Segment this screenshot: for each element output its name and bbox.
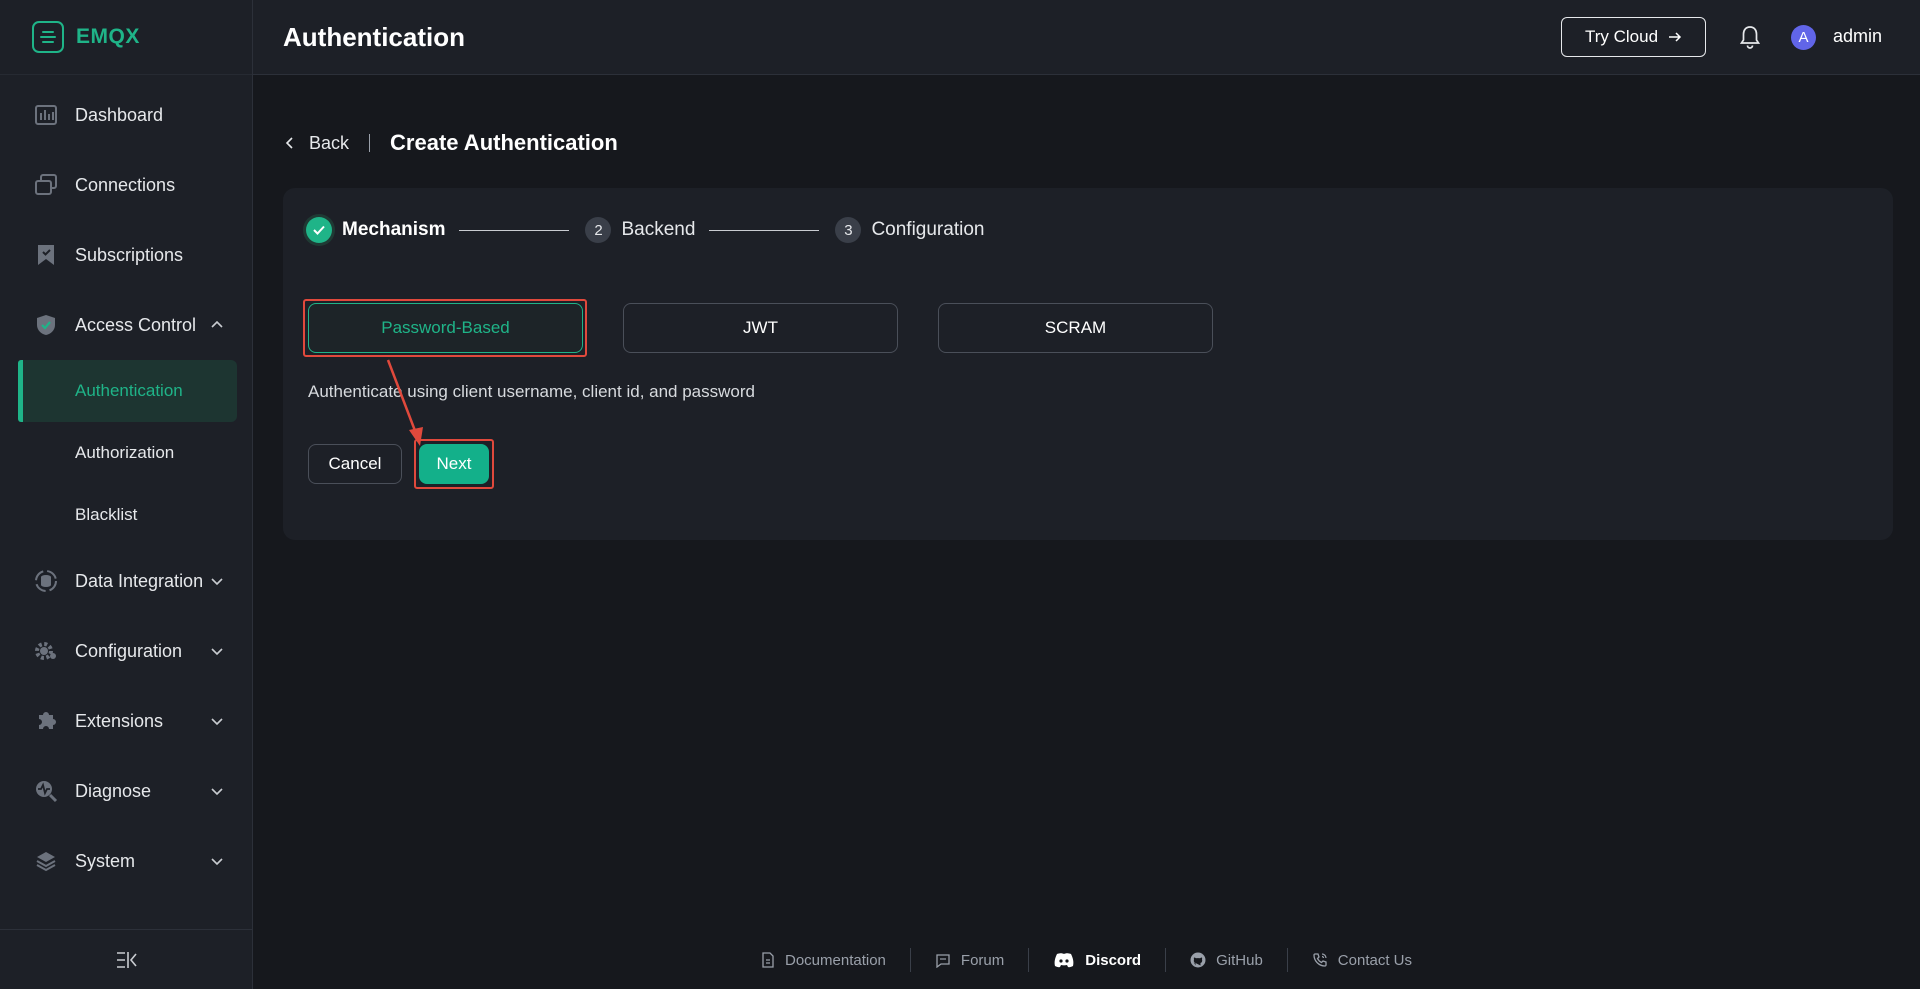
brand-logo[interactable]: EMQX	[0, 0, 252, 75]
chat-icon	[936, 953, 950, 968]
phone-icon	[1313, 953, 1327, 967]
step-connector	[459, 229, 570, 231]
sidebar-subitem-authentication[interactable]: Authentication	[18, 360, 237, 422]
step-3-number: 3	[835, 217, 862, 243]
dashboard-icon	[34, 103, 58, 127]
bell-icon[interactable]	[1737, 24, 1763, 50]
sidebar-item-label: Configuration	[75, 640, 183, 661]
sidebar-subitem-blacklist[interactable]: Blacklist	[0, 484, 253, 546]
arrow-right-icon	[1669, 32, 1682, 42]
create-authentication-card: Mechanism 2 Backend 3 Configuration Pass…	[283, 188, 1893, 540]
page-title: Authentication	[283, 21, 465, 52]
connections-icon	[34, 173, 58, 197]
footer-link-github[interactable]: GitHub	[1166, 952, 1287, 969]
sidebar-item-access-control[interactable]: Access Control	[0, 290, 253, 360]
footer-link-discord[interactable]: Discord	[1029, 952, 1165, 969]
mechanism-description: Authenticate using client username, clie…	[308, 382, 755, 401]
puzzle-icon	[34, 709, 58, 733]
sidebar-item-label: Blacklist	[75, 505, 138, 524]
footer-link-documentation[interactable]: Documentation	[737, 952, 910, 969]
avatar[interactable]: A	[1791, 25, 1816, 50]
step-3-label: Configuration	[871, 219, 985, 240]
sidebar-item-label: System	[75, 850, 136, 871]
sidebar-item-label: Dashboard	[75, 104, 164, 125]
gear-icon	[34, 639, 58, 663]
github-icon	[1190, 952, 1206, 968]
footer: Documentation Forum Discord GitHub Conta…	[253, 944, 1920, 976]
sidebar-item-label: Extensions	[75, 710, 164, 731]
sidebar-item-label: Authentication	[75, 381, 183, 400]
chevron-down-icon	[211, 718, 223, 726]
sidebar-item-label: Connections	[75, 174, 176, 195]
footer-link-label: Documentation	[785, 951, 886, 969]
step-connector	[709, 229, 820, 231]
sidebar-item-diagnose[interactable]: Diagnose	[0, 756, 253, 826]
collapse-menu-icon	[116, 951, 137, 968]
emqx-logo-icon	[32, 21, 64, 53]
chevron-left-icon	[285, 137, 293, 149]
layers-icon	[34, 849, 58, 873]
mechanism-option-scram[interactable]: SCRAM	[938, 303, 1213, 353]
mechanism-option-jwt[interactable]: JWT	[623, 303, 898, 353]
sidebar-collapse-button[interactable]	[0, 929, 253, 989]
sidebar-item-system[interactable]: System	[0, 826, 253, 896]
sidebar-item-label: Subscriptions	[75, 244, 184, 265]
footer-link-label: Contact Us	[1337, 951, 1412, 969]
top-header: Authentication Try Cloud A admin	[253, 0, 1920, 75]
shield-icon	[34, 313, 58, 337]
sidebar-item-configuration[interactable]: Configuration	[0, 616, 253, 686]
sidebar-item-label: Data Integration	[75, 570, 204, 591]
footer-link-label: Forum	[960, 951, 1005, 969]
sidebar-item-label: Authorization	[75, 443, 175, 462]
breadcrumb-divider	[369, 134, 371, 152]
sidebar-item-connections[interactable]: Connections	[0, 150, 253, 220]
chevron-down-icon	[211, 648, 223, 656]
data-integration-icon	[34, 569, 58, 593]
back-link[interactable]: Back	[285, 133, 349, 154]
breadcrumb-title: Create Authentication	[390, 130, 618, 155]
try-cloud-button[interactable]: Try Cloud	[1561, 17, 1706, 57]
sidebar-item-label: Access Control	[75, 314, 197, 335]
chevron-down-icon	[211, 788, 223, 796]
footer-link-label: Discord	[1085, 951, 1142, 969]
sidebar-item-subscriptions[interactable]: Subscriptions	[0, 220, 253, 290]
chevron-down-icon	[211, 578, 223, 586]
sidebar-menu: Dashboard Connections Subscriptions Acce…	[0, 80, 253, 896]
stepper: Mechanism 2 Backend 3 Configuration	[306, 214, 984, 246]
footer-link-label: GitHub	[1216, 951, 1263, 969]
sidebar-subitem-authorization[interactable]: Authorization	[0, 422, 253, 484]
footer-link-forum[interactable]: Forum	[911, 952, 1028, 969]
step-2-label: Backend	[621, 219, 696, 240]
sidebar-item-extensions[interactable]: Extensions	[0, 686, 253, 756]
chevron-up-icon	[211, 320, 223, 328]
brand-name: EMQX	[76, 25, 140, 48]
sidebar-item-label: Diagnose	[75, 780, 152, 801]
subscriptions-icon	[34, 243, 58, 267]
mechanism-option-password-based[interactable]: Password-Based	[308, 303, 583, 353]
step-2-number: 2	[585, 217, 612, 243]
sidebar: EMQX Dashboard Connections Subscriptions	[0, 0, 253, 989]
step-1-label: Mechanism	[342, 219, 446, 240]
chevron-down-icon	[211, 858, 223, 866]
document-icon	[762, 952, 774, 968]
footer-link-contact-us[interactable]: Contact Us	[1288, 952, 1436, 969]
sidebar-item-data-integration[interactable]: Data Integration	[0, 546, 253, 616]
discord-icon	[1054, 953, 1074, 968]
annotation-arrow-icon	[386, 359, 423, 446]
step-1-check-icon	[306, 217, 332, 243]
sidebar-item-dashboard[interactable]: Dashboard	[0, 80, 253, 150]
try-cloud-label: Try Cloud	[1584, 27, 1659, 46]
username[interactable]: admin	[1833, 26, 1882, 47]
back-label: Back	[309, 132, 350, 153]
breadcrumb: Back Create Authentication	[285, 128, 618, 158]
diagnose-icon	[34, 779, 58, 803]
